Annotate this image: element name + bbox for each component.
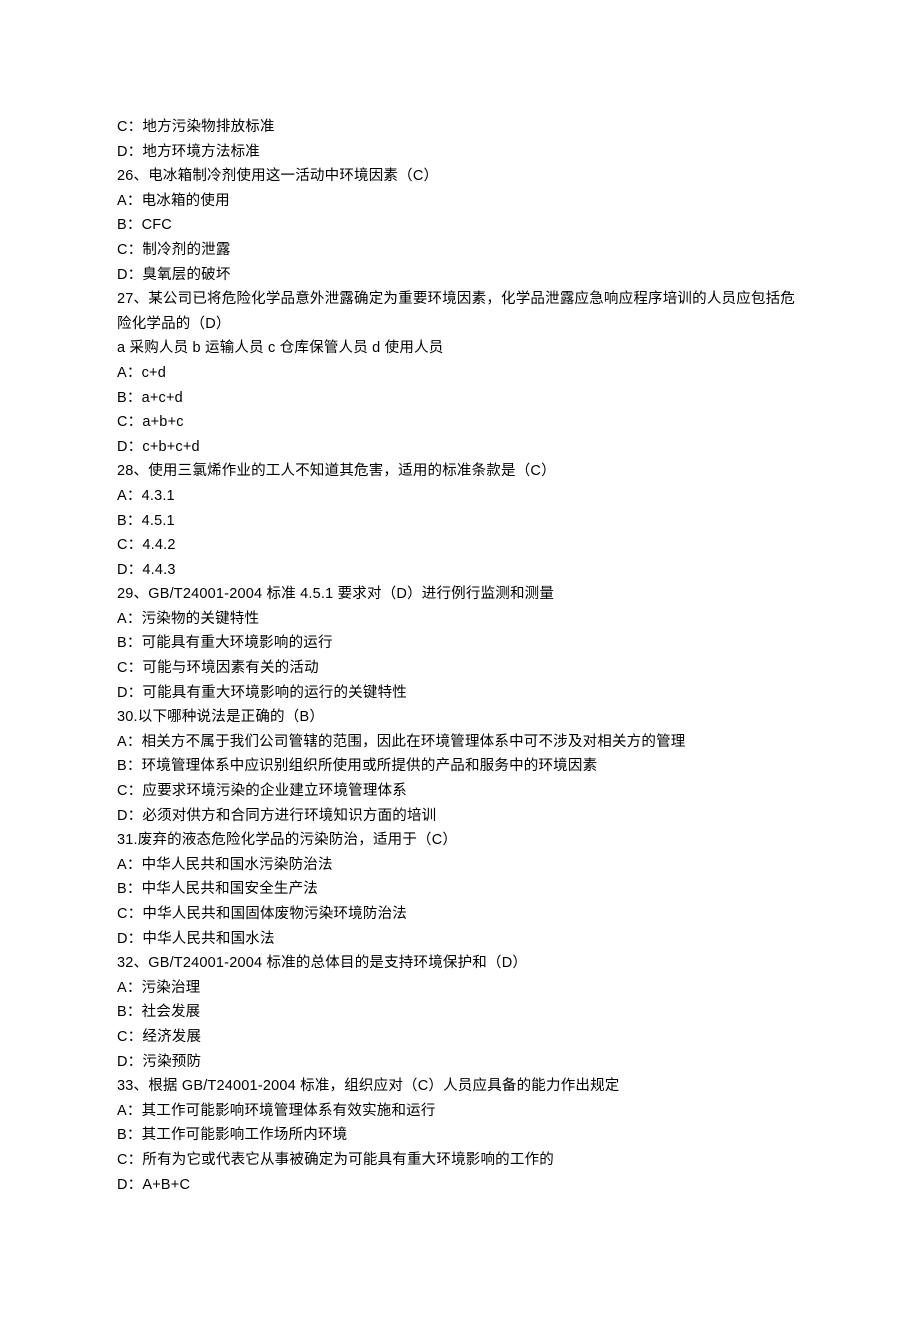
text-line: C：经济发展 [117,1025,803,1050]
text-line: B：中华人民共和国安全生产法 [117,877,803,902]
text-line: 27、某公司已将危险化学品意外泄露确定为重要环境因素，化学品泄露应急响应程序培训… [117,287,803,336]
text-line: C：4.4.2 [117,533,803,558]
text-line: C：a+b+c [117,410,803,435]
text-line: D：中华人民共和国水法 [117,927,803,952]
text-line: C：应要求环境污染的企业建立环境管理体系 [117,779,803,804]
text-line: C：制冷剂的泄露 [117,238,803,263]
text-line: A：电冰箱的使用 [117,189,803,214]
text-line: D：污染预防 [117,1050,803,1075]
text-line: D：地方环境方法标准 [117,140,803,165]
text-line: D：必须对供方和合同方进行环境知识方面的培训 [117,804,803,829]
text-line: 32、GB/T24001-2004 标准的总体目的是支持环境保护和（D） [117,951,803,976]
text-line: A：污染治理 [117,976,803,1001]
text-line: a 采购人员 b 运输人员 c 仓库保管人员 d 使用人员 [117,336,803,361]
text-line: 31.废弃的液态危险化学品的污染防治，适用于（C） [117,828,803,853]
text-line: D：4.4.3 [117,558,803,583]
text-line: D：可能具有重大环境影响的运行的关键特性 [117,681,803,706]
text-line: 26、电冰箱制冷剂使用这一活动中环境因素（C） [117,164,803,189]
text-line: A：其工作可能影响环境管理体系有效实施和运行 [117,1099,803,1124]
text-line: C：中华人民共和国固体废物污染环境防治法 [117,902,803,927]
text-line: C：可能与环境因素有关的活动 [117,656,803,681]
text-line: D：c+b+c+d [117,435,803,460]
text-line: B：CFC [117,213,803,238]
text-line: B：环境管理体系中应识别组织所使用或所提供的产品和服务中的环境因素 [117,754,803,779]
text-line: A：相关方不属于我们公司管辖的范围，因此在环境管理体系中可不涉及对相关方的管理 [117,730,803,755]
text-line: B：其工作可能影响工作场所内环境 [117,1123,803,1148]
text-line: C：所有为它或代表它从事被确定为可能具有重大环境影响的工作的 [117,1148,803,1173]
text-line: C：地方污染物排放标准 [117,115,803,140]
text-line: 28、使用三氯烯作业的工人不知道其危害，适用的标准条款是（C） [117,459,803,484]
text-line: 33、根据 GB/T24001-2004 标准，组织应对（C）人员应具备的能力作… [117,1074,803,1099]
text-line: 29、GB/T24001-2004 标准 4.5.1 要求对（D）进行例行监测和… [117,582,803,607]
text-line: A：中华人民共和国水污染防治法 [117,853,803,878]
text-line: 30.以下哪种说法是正确的（B） [117,705,803,730]
text-line: A：4.3.1 [117,484,803,509]
text-line: D：臭氧层的破坏 [117,263,803,288]
text-line: A：c+d [117,361,803,386]
text-line: A：污染物的关键特性 [117,607,803,632]
text-line: B：可能具有重大环境影响的运行 [117,631,803,656]
document-page: C：地方污染物排放标准 D：地方环境方法标准 26、电冰箱制冷剂使用这一活动中环… [0,0,920,1317]
text-line: B：a+c+d [117,386,803,411]
text-line: B：4.5.1 [117,509,803,534]
text-line: D：A+B+C [117,1173,803,1198]
text-line: B：社会发展 [117,1000,803,1025]
